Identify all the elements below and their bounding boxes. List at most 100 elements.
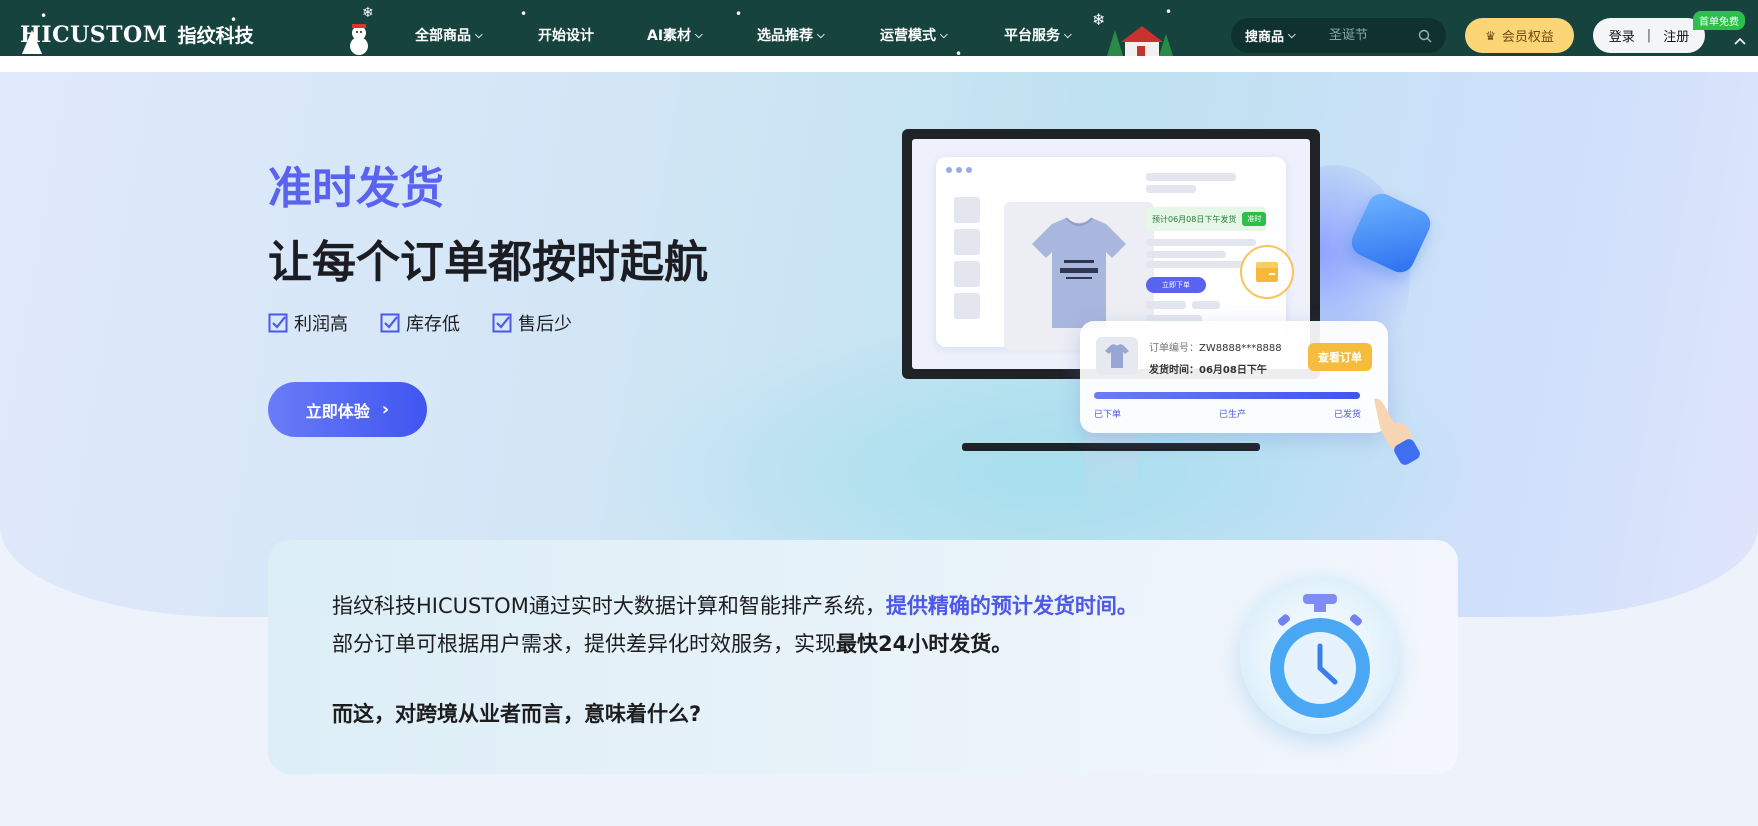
- feature-label: 库存低: [406, 314, 460, 335]
- logo[interactable]: HICUSTOM 指纹科技: [20, 21, 254, 48]
- placeholder-line: [1146, 301, 1186, 309]
- placeholder-line: [1192, 301, 1220, 309]
- order-thumbnail: [1096, 337, 1138, 375]
- placeholder-block: [954, 197, 980, 223]
- nav-menu-label: 选品推荐: [757, 28, 813, 44]
- order-progress-bar: [1094, 392, 1360, 399]
- hero-title-highlight: 准时发货: [268, 163, 444, 214]
- nav-menu-operation-model[interactable]: 运营模式 ⌵: [880, 25, 948, 45]
- crown-icon: ♛: [1485, 28, 1496, 43]
- snowflake-icon: ❄: [362, 5, 374, 21]
- vip-benefits-button[interactable]: ♛ 会员权益: [1465, 18, 1574, 53]
- info-line-2-text: 部分订单可根据用户需求，提供差异化时效服务，实现: [332, 632, 836, 656]
- view-order-button: 查看订单: [1308, 343, 1372, 371]
- pointing-hand-icon: [1374, 398, 1420, 465]
- tshirt-icon: [1105, 344, 1129, 368]
- nav-menu-platform-services[interactable]: 平台服务 ⌵: [1004, 25, 1072, 45]
- placeholder-line: [1146, 239, 1256, 246]
- logo-text-cn: 指纹科技: [177, 25, 254, 47]
- order-number-row: 订单编号：ZW8888***8888: [1149, 339, 1282, 354]
- placeholder-line: [1146, 251, 1226, 258]
- feature-item: 库存低: [380, 310, 460, 336]
- placeholder-block: [954, 261, 980, 287]
- nav-menu-start-design[interactable]: 开始设计: [538, 25, 594, 45]
- try-now-button[interactable]: 立即体验 ›: [268, 382, 427, 437]
- ship-time-label: 发货时间：: [1149, 365, 1199, 376]
- house-icon: [1107, 26, 1173, 58]
- ship-time-row: 发货时间：06月08日下午: [1149, 361, 1267, 376]
- app-window: 预计06月08日下午发货 准时 立即下单: [936, 157, 1286, 350]
- collapse-chevron-icon[interactable]: [1733, 36, 1747, 46]
- ship-time-value: 06月08日下午: [1199, 365, 1267, 376]
- snowflake-icon: ❄: [1092, 10, 1106, 29]
- info-question: 而这，对跨境从业者而言，意味着什么?: [332, 702, 702, 726]
- snow-border: [0, 56, 1758, 72]
- eta-tag: 准时: [1242, 212, 1267, 226]
- placeholder-line: [1146, 185, 1196, 193]
- placeholder-line: [1146, 173, 1236, 181]
- order-status-card: 订单编号：ZW8888***8888 发货时间：06月08日下午 查看订单 已下…: [1080, 321, 1388, 433]
- hero-section: [0, 72, 1758, 617]
- stopwatch-illustration: [1240, 576, 1398, 734]
- info-line-1-highlight: 提供精确的预计发货时间。: [885, 594, 1138, 618]
- monitor-stand: [962, 443, 1260, 451]
- chevron-down-icon: ⌵: [1064, 29, 1072, 41]
- placeholder-line: [1146, 261, 1246, 268]
- feature-item: 售后少: [492, 310, 572, 336]
- eta-text: 预计06月08日下午发货: [1152, 214, 1237, 224]
- try-now-label: 立即体验: [305, 401, 370, 421]
- search-input[interactable]: [1329, 28, 1418, 43]
- auth-box: 登录 | 注册: [1593, 18, 1705, 53]
- first-order-free-badge: 首单免费: [1693, 11, 1745, 30]
- search-bar: 搜商品 ⌵: [1231, 18, 1446, 53]
- window-dot: [946, 167, 952, 173]
- step-ordered: 已下单: [1094, 410, 1122, 420]
- checkbox-checked-icon: [268, 313, 288, 333]
- search-category-select[interactable]: 搜商品 ⌵: [1245, 26, 1329, 45]
- nav-menu-product-picks[interactable]: 选品推荐 ⌵: [757, 25, 825, 45]
- info-line-2: 部分订单可根据用户需求，提供差异化时效服务，实现最快24小时发货。: [332, 628, 1012, 658]
- window-dot: [966, 167, 972, 173]
- search-icon[interactable]: [1418, 29, 1432, 43]
- package-icon: [1256, 262, 1278, 282]
- hero-title-main: 让每个订单都按时起航: [268, 237, 708, 288]
- step-produced: 已生产: [1219, 410, 1247, 420]
- snowflake-icon: •: [520, 7, 528, 21]
- order-number-label: 订单编号：: [1149, 343, 1199, 354]
- info-line-1: 指纹科技HICUSTOM通过实时大数据计算和智能排产系统，提供精确的预计发货时间…: [332, 590, 1138, 620]
- chevron-down-icon: ⌵: [940, 29, 948, 41]
- login-link[interactable]: 登录: [1609, 26, 1635, 45]
- info-line-2-strong: 最快24小时发货。: [836, 632, 1013, 656]
- feature-label: 利润高: [294, 314, 348, 335]
- auth-separator: |: [1646, 28, 1652, 43]
- top-navbar: • • ❄ • • • ❄ • HICUSTOM 指纹科技 全部商品 ⌵ 开始设计…: [0, 0, 1758, 72]
- eta-banner: 预计06月08日下午发货 准时: [1146, 207, 1267, 231]
- nav-menu-label: 平台服务: [1004, 28, 1060, 44]
- chevron-down-icon: ⌵: [475, 29, 483, 41]
- stopwatch-icon: [1270, 594, 1370, 718]
- nav-menu-label: 开始设计: [538, 28, 594, 44]
- checkbox-checked-icon: [492, 313, 512, 333]
- logo-text-en: HICUSTOM: [20, 21, 168, 48]
- feature-item: 利润高: [268, 310, 348, 336]
- placeholder-block: [954, 229, 980, 255]
- nav-menu-ai-materials[interactable]: AI素材 ⌵: [647, 25, 703, 45]
- snowman-icon: [350, 24, 368, 55]
- snowflake-icon: •: [735, 7, 743, 21]
- nav-menu-label: AI素材: [647, 28, 692, 44]
- snowflake-icon: •: [1165, 5, 1173, 19]
- nav-menu-label: 全部商品: [415, 28, 471, 44]
- hero-illustration: 预计06月08日下午发货 准时 立即下单 订单编号：ZW8888***8888 …: [900, 125, 1460, 525]
- nav-menu-all-products[interactable]: 全部商品 ⌵: [415, 25, 483, 45]
- order-number-value: ZW8888***8888: [1199, 343, 1282, 354]
- order-progress-fill: [1094, 392, 1360, 399]
- package-badge: [1240, 245, 1294, 299]
- feature-label: 售后少: [518, 314, 572, 335]
- vip-label: 会员权益: [1501, 30, 1554, 45]
- window-dot: [956, 167, 962, 173]
- register-link[interactable]: 注册: [1663, 26, 1689, 45]
- chevron-down-icon: ⌵: [817, 29, 825, 41]
- info-card: 指纹科技HICUSTOM通过实时大数据计算和智能排产系统，提供精确的预计发货时间…: [268, 540, 1458, 774]
- info-line-1-text: 指纹科技HICUSTOM通过实时大数据计算和智能排产系统，: [332, 594, 886, 618]
- checkbox-checked-icon: [380, 313, 400, 333]
